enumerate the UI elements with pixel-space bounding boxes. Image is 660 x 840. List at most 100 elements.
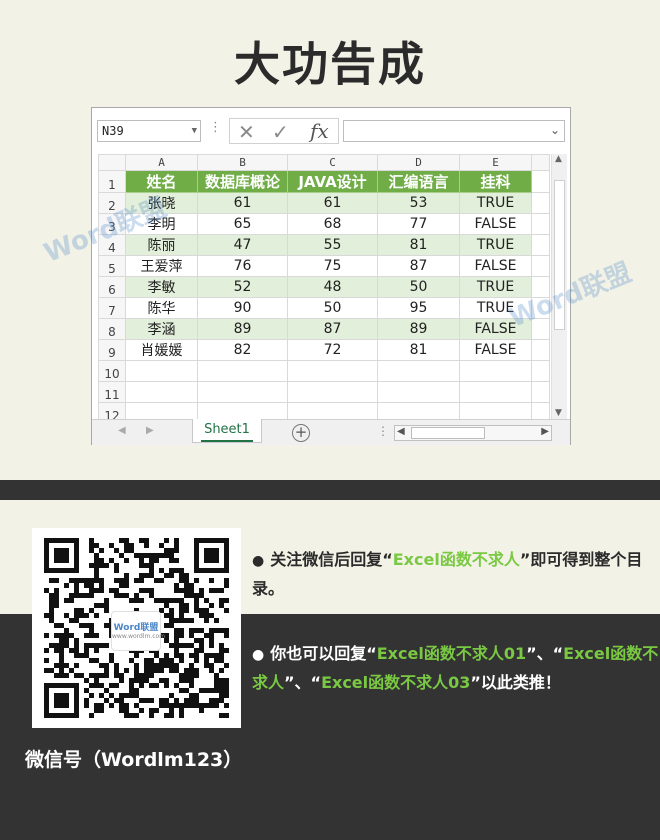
row-number[interactable]: 3 [98, 213, 126, 235]
prev-sheet-icon[interactable]: ◀ [118, 425, 126, 436]
cell[interactable]: 89 [377, 318, 460, 340]
cell[interactable]: 95 [377, 297, 460, 319]
column-header[interactable]: A [125, 154, 198, 171]
cell[interactable]: 82 [197, 339, 288, 361]
cell[interactable] [377, 360, 460, 382]
cell[interactable]: FALSE [459, 318, 532, 340]
cell[interactable] [531, 297, 550, 319]
cell[interactable]: 50 [287, 297, 378, 319]
cell[interactable]: 89 [197, 318, 288, 340]
cell[interactable] [197, 360, 288, 382]
cell[interactable]: 50 [377, 276, 460, 298]
scroll-right-icon[interactable]: ▶ [541, 426, 549, 437]
cell[interactable] [125, 381, 198, 403]
cell[interactable]: 90 [197, 297, 288, 319]
cell[interactable] [531, 255, 550, 277]
table-header-cell[interactable]: 汇编语言 [377, 170, 460, 193]
scroll-left-icon[interactable]: ◀ [397, 426, 405, 437]
column-header[interactable]: B [197, 154, 288, 171]
row-number[interactable]: 7 [98, 297, 126, 319]
select-all-corner[interactable] [98, 154, 126, 171]
cell[interactable] [531, 318, 550, 340]
cell[interactable] [287, 381, 378, 403]
cell[interactable]: 张晓 [125, 192, 198, 214]
cell[interactable]: 65 [197, 213, 288, 235]
cell[interactable]: FALSE [459, 255, 532, 277]
worksheet-grid[interactable]: A B C D E 1 姓名 数据库概论 JAVA设计 汇编语言 挂科 2 张晓 [98, 154, 550, 424]
cell[interactable]: 52 [197, 276, 288, 298]
cell[interactable]: 陈华 [125, 297, 198, 319]
cell[interactable] [531, 339, 550, 361]
row-number[interactable]: 4 [98, 234, 126, 256]
table-header-cell[interactable]: JAVA设计 [287, 170, 378, 193]
column-header[interactable] [531, 154, 550, 171]
cell[interactable]: 53 [377, 192, 460, 214]
cell[interactable] [125, 360, 198, 382]
cell[interactable]: TRUE [459, 192, 532, 214]
cell[interactable]: 李敏 [125, 276, 198, 298]
cell[interactable] [531, 360, 550, 382]
row-number[interactable]: 11 [98, 381, 126, 403]
expand-formula-icon[interactable]: ⌄ [550, 123, 560, 137]
cell[interactable] [459, 360, 532, 382]
cell[interactable]: 87 [377, 255, 460, 277]
row-number[interactable]: 9 [98, 339, 126, 361]
cell[interactable]: 55 [287, 234, 378, 256]
insert-function-icon[interactable]: fx [310, 119, 329, 143]
cell[interactable] [287, 360, 378, 382]
cell[interactable]: TRUE [459, 276, 532, 298]
scroll-up-icon[interactable]: ▲ [555, 154, 562, 164]
cell[interactable] [531, 276, 550, 298]
add-sheet-icon[interactable]: + [292, 424, 310, 442]
cell[interactable]: TRUE [459, 297, 532, 319]
cell[interactable]: 61 [287, 192, 378, 214]
cell[interactable] [531, 234, 550, 256]
row-number[interactable]: 5 [98, 255, 126, 277]
cell[interactable] [531, 213, 550, 235]
horizontal-scroll-thumb[interactable] [411, 427, 485, 439]
cell[interactable]: 76 [197, 255, 288, 277]
cell[interactable]: 81 [377, 234, 460, 256]
cell[interactable] [531, 192, 550, 214]
cell[interactable]: FALSE [459, 339, 532, 361]
cell[interactable] [531, 381, 550, 403]
cell[interactable]: 72 [287, 339, 378, 361]
cancel-icon[interactable]: ✕ [238, 120, 255, 144]
formula-input[interactable]: ⌄ [343, 120, 565, 142]
row-number[interactable]: 1 [98, 170, 126, 193]
next-sheet-icon[interactable]: ▶ [146, 425, 154, 436]
name-box[interactable]: N39 ▼ [97, 120, 201, 142]
cell[interactable] [377, 381, 460, 403]
vertical-scroll-thumb[interactable] [554, 180, 565, 330]
column-header[interactable]: D [377, 154, 460, 171]
cell[interactable] [197, 381, 288, 403]
cell[interactable]: 肖媛媛 [125, 339, 198, 361]
row-number[interactable]: 2 [98, 192, 126, 214]
table-header-cell[interactable]: 数据库概论 [197, 170, 288, 193]
cell[interactable]: 68 [287, 213, 378, 235]
vertical-scrollbar[interactable]: ▲ ▼ [551, 154, 567, 420]
tab-sheet1[interactable]: Sheet1 [192, 419, 262, 443]
chevron-down-icon[interactable]: ▼ [192, 121, 197, 141]
cell[interactable]: TRUE [459, 234, 532, 256]
cell[interactable]: 48 [287, 276, 378, 298]
row-number[interactable]: 10 [98, 360, 126, 382]
cell[interactable]: FALSE [459, 213, 532, 235]
cell[interactable] [459, 381, 532, 403]
cell[interactable]: 47 [197, 234, 288, 256]
cell[interactable]: 81 [377, 339, 460, 361]
cell[interactable]: 王爱萍 [125, 255, 198, 277]
cell[interactable]: 陈丽 [125, 234, 198, 256]
scroll-down-icon[interactable]: ▼ [555, 408, 562, 418]
row-number[interactable]: 6 [98, 276, 126, 298]
more-options-icon[interactable]: ⋮ [209, 120, 222, 135]
cell[interactable]: 61 [197, 192, 288, 214]
cell[interactable] [531, 170, 550, 193]
column-header[interactable]: C [287, 154, 378, 171]
cell[interactable]: 李涵 [125, 318, 198, 340]
cell[interactable]: 77 [377, 213, 460, 235]
row-number[interactable]: 8 [98, 318, 126, 340]
horizontal-scrollbar[interactable]: ◀ ▶ [394, 425, 552, 441]
column-header[interactable]: E [459, 154, 532, 171]
table-header-cell[interactable]: 挂科 [459, 170, 532, 193]
